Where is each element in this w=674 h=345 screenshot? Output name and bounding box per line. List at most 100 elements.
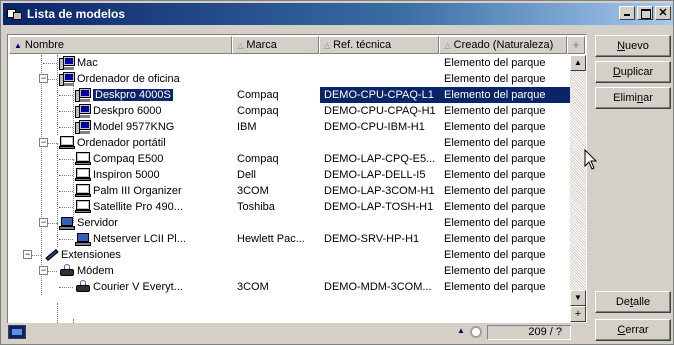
record-icon[interactable] <box>8 325 26 339</box>
close-window-button[interactable]: ✕ <box>655 6 671 20</box>
cell-creado: Elemento del parque <box>444 153 546 165</box>
list-item[interactable]: − Ordenador portátil Elemento del parque <box>9 135 570 151</box>
status-bar: ▲ 209 / ? <box>7 323 587 341</box>
cell-nombre: Servidor <box>77 217 118 229</box>
delete-button[interactable]: Eliminar <box>595 87 671 109</box>
cell-nombre: Satellite Pro 490... <box>93 201 183 213</box>
cell-ref: DEMO-LAP-TOSH-H1 <box>324 201 434 213</box>
desktop-icon <box>59 56 75 70</box>
column-header-ref[interactable]: △ Ref. técnica <box>318 36 440 54</box>
cell-creado: Elemento del parque <box>444 233 546 245</box>
laptop-icon <box>75 184 91 198</box>
cell-ref: DEMO-LAP-CPQ-E5... <box>324 153 436 165</box>
cell-nombre: Módem <box>77 265 114 277</box>
desktop-icon <box>75 88 91 102</box>
cell-creado: Elemento del parque <box>444 57 546 69</box>
model-list[interactable]: ▲ Nombre △ Marca △ Ref. técnica △ Creado… <box>7 34 587 341</box>
cell-marca: IBM <box>237 121 257 133</box>
collapse-icon[interactable]: − <box>39 218 48 227</box>
title-bar[interactable]: Lista de modelos ✕ <box>3 3 673 25</box>
cell-nombre: Ordenador de oficina <box>77 73 180 85</box>
sort-ascending-icon: ▲ <box>14 40 22 50</box>
list-item[interactable]: − Extensiones Elemento del parque <box>9 247 570 263</box>
cell-ref <box>324 263 444 279</box>
loading-reel-icon <box>470 326 482 338</box>
column-header-marca[interactable]: △ Marca <box>232 36 319 54</box>
scroll-down-button[interactable]: ▼ <box>570 290 586 306</box>
duplicate-button[interactable]: Duplicar <box>595 61 671 83</box>
laptop-icon <box>75 200 91 214</box>
scroll-up-button[interactable]: ▲ <box>570 55 586 71</box>
cell-marca: Dell <box>237 169 256 181</box>
sort-icon: △ <box>444 40 451 50</box>
window-title: Lista de modelos <box>27 7 126 21</box>
sort-icon: △ <box>323 40 331 50</box>
scroll-add-button[interactable]: + <box>570 306 586 322</box>
list-item[interactable]: Satellite Pro 490... Toshiba DEMO-LAP-TOSH… <box>9 199 570 215</box>
cell-nombre: Deskpro 6000 <box>93 105 162 117</box>
close-button[interactable]: Cerrar <box>595 319 671 341</box>
modem-icon <box>75 280 91 294</box>
collapse-icon[interactable]: − <box>39 266 48 275</box>
app-icon <box>7 7 23 21</box>
column-header-creado[interactable]: △ Creado (Naturaleza) <box>439 36 568 54</box>
list-item[interactable]: Mac Elemento del parque <box>9 55 570 71</box>
cell-creado: Elemento del parque <box>444 201 546 213</box>
minimize-button[interactable] <box>619 6 635 20</box>
cell-marca <box>237 215 321 231</box>
extension-icon <box>43 248 59 262</box>
list-item[interactable]: Deskpro 6000 Compaq DEMO-CPU-CPAQ-H1 Elemen… <box>9 103 570 119</box>
list-item[interactable]: Deskpro 4000S Compaq DEMO-CPU-CPAQ-L1 Eleme… <box>9 87 570 103</box>
list-item[interactable]: Courier V Everyt... 3COM DEMO-MDM-3COM... E… <box>9 279 570 295</box>
cell-nombre: Deskpro 4000S <box>93 89 173 101</box>
cell-marca: Compaq <box>237 153 279 165</box>
list-item[interactable]: Model 9577KNG IBM DEMO-CPU-IBM-H1 Elemento … <box>9 119 570 135</box>
cell-marca <box>237 55 321 71</box>
cell-ref <box>324 71 444 87</box>
sort-up-icon: ▲ <box>457 326 465 335</box>
list-item[interactable]: − Ordenador de oficina Elemento del parque <box>9 71 570 87</box>
cell-ref: DEMO-CPU-IBM-H1 <box>324 121 425 133</box>
cell-nombre: Courier V Everyt... <box>93 281 183 293</box>
cell-creado: Elemento del parque <box>444 185 546 197</box>
collapse-icon[interactable]: − <box>39 74 48 83</box>
mouse-cursor-icon <box>584 149 598 170</box>
cell-marca: Compaq <box>237 89 279 101</box>
vertical-scrollbar[interactable]: ▲ ▼ + <box>570 55 586 340</box>
cell-marca <box>237 247 321 263</box>
cell-creado: Elemento del parque <box>444 217 546 229</box>
cell-nombre: Extensiones <box>61 249 121 261</box>
list-item[interactable]: − Módem Elemento del parque <box>9 263 570 279</box>
cell-ref: DEMO-CPU-CPAQ-H1 <box>324 105 436 117</box>
collapse-icon[interactable]: − <box>23 250 32 259</box>
desktop-icon <box>75 104 91 118</box>
list-item[interactable]: − Servidor Elemento del parque <box>9 215 570 231</box>
cell-nombre: Palm III Organizer <box>93 185 182 197</box>
cell-creado: Elemento del parque <box>444 121 546 133</box>
cell-ref: DEMO-LAP-3COM-H1 <box>324 185 435 197</box>
record-count: 209 / ? <box>487 325 571 340</box>
cell-nombre: Mac <box>77 57 98 69</box>
cell-marca: 3COM <box>237 281 269 293</box>
laptop-icon <box>59 136 75 150</box>
cell-nombre: Netserver LCII Pl... <box>93 233 186 245</box>
cell-ref: DEMO-SRV-HP-H1 <box>324 233 420 245</box>
list-item[interactable]: Palm III Organizer 3COM DEMO-LAP-3COM-H1 El… <box>9 183 570 199</box>
collapse-icon[interactable]: − <box>39 138 48 147</box>
new-button[interactable]: Nuevo <box>595 35 671 57</box>
column-header-nombre[interactable]: ▲ Nombre <box>9 36 233 54</box>
maximize-button[interactable] <box>637 6 653 20</box>
cell-marca <box>237 71 321 87</box>
server-icon <box>59 216 75 230</box>
list-item[interactable]: Compaq E500 Compaq DEMO-LAP-CPQ-E5... Eleme… <box>9 151 570 167</box>
model-list-window: Lista de modelos ✕ ▲ Nombre △ Marca △ Re… <box>0 0 674 345</box>
cell-creado: Elemento del parque <box>444 265 546 277</box>
list-item[interactable]: Netserver LCII Pl... Hewlett Pac... DEMO-S… <box>9 231 570 247</box>
detail-button[interactable]: Detalle <box>595 291 671 313</box>
cell-marca <box>237 135 321 151</box>
cell-nombre: Ordenador portátil <box>77 137 166 149</box>
cell-marca: 3COM <box>237 185 269 197</box>
list-item[interactable]: Inspiron 5000 Dell DEMO-LAP-DELL-I5 Element… <box>9 167 570 183</box>
cell-creado: Elemento del parque <box>444 281 546 293</box>
add-column-button[interactable]: + <box>567 36 585 54</box>
